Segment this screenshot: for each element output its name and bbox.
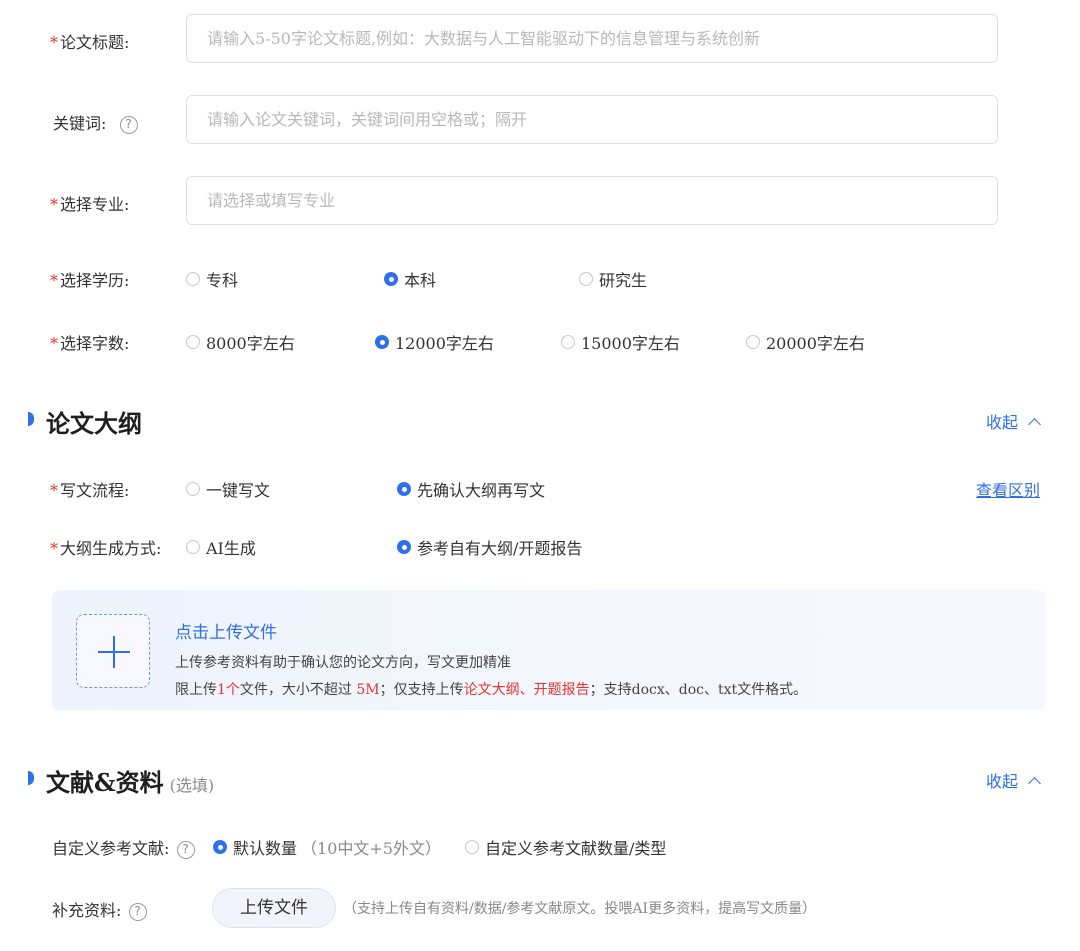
radio-dot-selected bbox=[375, 335, 389, 349]
radio-dot bbox=[579, 272, 593, 286]
radio-dot-selected bbox=[384, 272, 398, 286]
custom-refs-label: 自定义参考文献: ? bbox=[52, 835, 195, 859]
paper-title-label: * 论文标题: bbox=[50, 33, 130, 52]
upload-file-button[interactable]: 上传文件 bbox=[212, 888, 336, 928]
radio-dot-selected bbox=[213, 840, 227, 854]
upload-limit-text: 限上传1个文件，大小不超过 5M；仅支持上传论文大纲、开题报告；支持docx、d… bbox=[175, 682, 808, 698]
major-label: * 选择专业: bbox=[50, 195, 130, 214]
radio-words-15000[interactable]: 15000字左右 bbox=[561, 330, 680, 354]
radio-words-20000[interactable]: 20000字左右 bbox=[746, 330, 865, 354]
plus-icon-vertical bbox=[113, 636, 115, 668]
radio-generation-own-outline[interactable]: 参考自有大纲/开题报告 bbox=[397, 535, 582, 559]
view-difference-link[interactable]: 查看区别 bbox=[976, 477, 1040, 501]
radio-education-yanjiusheng[interactable]: 研究生 bbox=[579, 267, 647, 291]
refs-section-title: 文献&资料 (选填) bbox=[46, 768, 215, 797]
optional-tag: (选填) bbox=[169, 776, 215, 795]
radio-process-confirm-outline[interactable]: 先确认大纲再写文 bbox=[397, 477, 545, 501]
radio-dot-selected bbox=[397, 540, 411, 554]
supplement-hint: （支持上传自有资料/数据/参考文献原文。投喂AI更多资料，提高写文质量） bbox=[343, 901, 817, 917]
radio-dot bbox=[465, 840, 479, 854]
education-label: * 选择学历: bbox=[50, 271, 130, 290]
radio-words-8000[interactable]: 8000字左右 bbox=[186, 330, 295, 354]
radio-dot-selected bbox=[397, 482, 411, 496]
outline-upload-panel: 点击上传文件 上传参考资料有助于确认您的论文方向，写文更加精准 限上传1个文件，… bbox=[52, 590, 1046, 710]
upload-description: 上传参考资料有助于确认您的论文方向，写文更加精准 bbox=[175, 655, 511, 671]
refs-collapse-toggle[interactable]: 收起 bbox=[986, 768, 1041, 792]
radio-process-oneclick[interactable]: 一键写文 bbox=[186, 477, 270, 501]
help-circle-icon[interactable]: ? bbox=[128, 902, 147, 921]
section-marker bbox=[28, 412, 34, 426]
generation-label: * 大纲生成方式: bbox=[50, 539, 162, 558]
radio-dot bbox=[186, 272, 200, 286]
radio-refs-default[interactable]: 默认数量 （10中文+5外文） bbox=[213, 835, 441, 859]
chevron-up-icon bbox=[1028, 418, 1041, 431]
section-marker bbox=[28, 771, 34, 785]
outline-collapse-toggle[interactable]: 收起 bbox=[986, 409, 1041, 433]
supplement-label: 补充资料: ? bbox=[52, 897, 147, 921]
chevron-up-icon bbox=[1028, 777, 1041, 790]
radio-dot bbox=[186, 335, 200, 349]
radio-words-12000[interactable]: 12000字左右 bbox=[375, 330, 494, 354]
default-refs-hint: （10中文+5外文） bbox=[301, 839, 441, 858]
radio-dot bbox=[186, 482, 200, 496]
keywords-input[interactable]: 请输入论文关键词，关键词间用空格或；隔开 bbox=[186, 95, 998, 144]
outline-section-title: 论文大纲 bbox=[46, 409, 142, 438]
radio-education-zhuanke[interactable]: 专科 bbox=[186, 267, 238, 291]
radio-dot bbox=[186, 540, 200, 554]
radio-refs-custom[interactable]: 自定义参考文献数量/类型 bbox=[465, 835, 666, 859]
upload-dropzone[interactable] bbox=[76, 614, 150, 688]
radio-generation-ai[interactable]: AI生成 bbox=[186, 535, 256, 559]
help-circle-icon[interactable]: ? bbox=[119, 115, 138, 134]
keywords-label: 关键词: ? bbox=[53, 110, 138, 134]
upload-title-link[interactable]: 点击上传文件 bbox=[175, 618, 277, 643]
help-circle-icon[interactable]: ? bbox=[176, 840, 195, 859]
radio-education-benke[interactable]: 本科 bbox=[384, 267, 436, 291]
process-label: * 写文流程: bbox=[50, 481, 130, 500]
major-input[interactable]: 请选择或填写专业 bbox=[186, 176, 998, 225]
radio-dot bbox=[746, 335, 760, 349]
word-count-label: * 选择字数: bbox=[50, 334, 130, 353]
paper-title-input[interactable]: 请输入5-50字论文标题,例如：大数据与人工智能驱动下的信息管理与系统创新 bbox=[186, 14, 998, 63]
radio-dot bbox=[561, 335, 575, 349]
